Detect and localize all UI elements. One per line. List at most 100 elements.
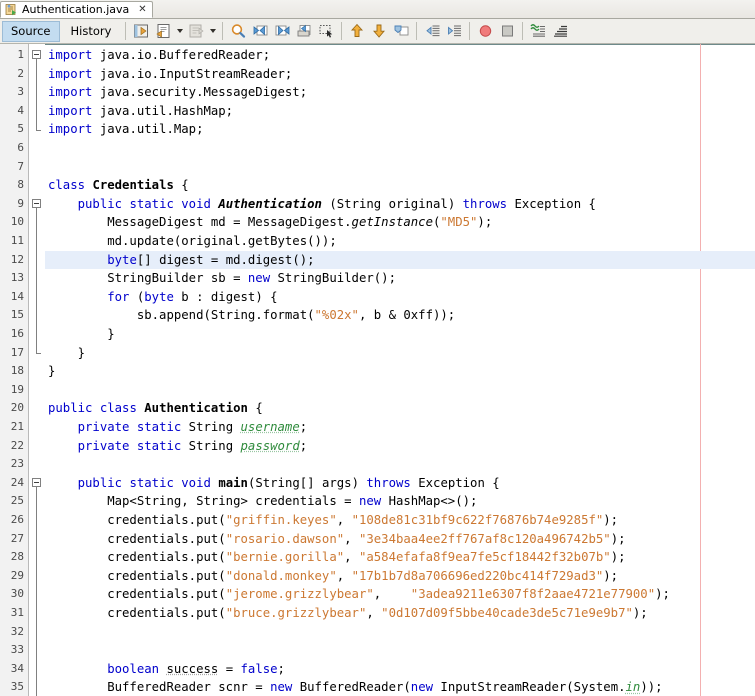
line-number[interactable]: 6 (0, 139, 24, 158)
code-line[interactable]: byte[] digest = md.digest(); (45, 251, 755, 270)
code-line[interactable] (45, 455, 755, 474)
start-macro-recording-icon[interactable] (474, 20, 496, 42)
code-line[interactable]: sb.append(String.format("%02x", b & 0xff… (45, 306, 755, 325)
refactor-icon[interactable] (152, 20, 174, 42)
code-line[interactable]: import java.security.MessageDigest; (45, 83, 755, 102)
shift-line-right-icon[interactable] (443, 20, 465, 42)
line-number[interactable]: 26 (0, 511, 24, 530)
line-number[interactable]: 8 (0, 176, 24, 195)
line-number[interactable]: 4 (0, 102, 24, 121)
line-number[interactable]: 23 (0, 455, 24, 474)
code-line[interactable]: import java.io.InputStreamReader; (45, 65, 755, 84)
code-line[interactable]: MessageDigest md = MessageDigest.getInst… (45, 213, 755, 232)
code-line[interactable]: credentials.put("rosario.dawson", "3e34b… (45, 530, 755, 549)
tab-authentication-java[interactable]: Authentication.java ✕ (0, 1, 153, 18)
code-line[interactable]: Map<String, String> credentials = new Ha… (45, 492, 755, 511)
line-number[interactable]: 11 (0, 232, 24, 251)
code-line[interactable]: class Credentials { (45, 176, 755, 195)
line-number[interactable]: 16 (0, 325, 24, 344)
code-line[interactable] (45, 623, 755, 642)
line-number[interactable]: 3 (0, 83, 24, 102)
code-line[interactable]: } (45, 325, 755, 344)
line-number[interactable]: 27 (0, 530, 24, 549)
code-line[interactable]: credentials.put("bernie.gorilla", "a584e… (45, 548, 755, 567)
tab-close-icon[interactable]: ✕ (138, 4, 146, 15)
code-line[interactable] (45, 158, 755, 177)
shift-right-dropdown-arrow[interactable] (207, 20, 218, 42)
shift-line-left-icon[interactable] (421, 20, 443, 42)
line-number[interactable]: 9 (0, 195, 24, 214)
code-line[interactable]: credentials.put("jerome.grizzlybear", "3… (45, 585, 755, 604)
code-line[interactable]: credentials.put("griffin.keyes", "108de8… (45, 511, 755, 530)
line-number[interactable]: 30 (0, 585, 24, 604)
code-line[interactable]: BufferedReader scnr = new BufferedReader… (45, 678, 755, 696)
code-line[interactable]: } (45, 344, 755, 363)
code-line[interactable]: import java.io.BufferedReader; (45, 46, 755, 65)
code-line[interactable]: private static String password; (45, 437, 755, 456)
line-number[interactable]: 7 (0, 158, 24, 177)
line-number[interactable]: 14 (0, 288, 24, 307)
line-number[interactable]: 10 (0, 213, 24, 232)
line-number[interactable]: 29 (0, 567, 24, 586)
fold-toggle-icon[interactable] (32, 198, 41, 208)
line-number[interactable]: 5 (0, 120, 24, 139)
refactor-dropdown-arrow[interactable] (174, 20, 185, 42)
code-line[interactable]: import java.util.HashMap; (45, 102, 755, 121)
code-line[interactable] (45, 381, 755, 400)
code-editor[interactable]: 1 2 3 4 5 6 7 8 9 10 11 12 13 14 15 16 17 18 19 20 21 22 23 24 2… (0, 44, 755, 696)
code-line[interactable]: private static String username; (45, 418, 755, 437)
line-number[interactable]: 32 (0, 623, 24, 642)
code-line[interactable]: boolean success = false; (45, 660, 755, 679)
line-number[interactable]: 19 (0, 381, 24, 400)
find-selection-icon[interactable] (227, 20, 249, 42)
line-number[interactable]: 28 (0, 548, 24, 567)
line-number[interactable]: 31 (0, 604, 24, 623)
line-number-gutter[interactable]: 1 2 3 4 5 6 7 8 9 10 11 12 13 14 15 16 17 18 19 20 21 22 23 24 2… (0, 44, 29, 696)
line-number[interactable]: 15 (0, 306, 24, 325)
line-number[interactable]: 24 (0, 474, 24, 493)
line-number[interactable]: 33 (0, 641, 24, 660)
code-line[interactable]: md.update(original.getBytes()); (45, 232, 755, 251)
code-line[interactable]: StringBuilder sb = new StringBuilder(); (45, 269, 755, 288)
line-number[interactable]: 34 (0, 660, 24, 679)
code-line[interactable] (45, 641, 755, 660)
inspect-members-icon[interactable] (527, 20, 549, 42)
code-text-area[interactable]: import java.io.BufferedReader; import jav… (45, 44, 755, 696)
toggle-bookmark-icon[interactable] (293, 20, 315, 42)
line-number[interactable]: 17 (0, 344, 24, 363)
previous-error-icon[interactable] (346, 20, 368, 42)
code-line[interactable]: import java.util.Map; (45, 120, 755, 139)
tab-history[interactable]: History (62, 21, 121, 42)
rectangular-selection-icon[interactable] (315, 20, 337, 42)
line-number[interactable]: 13 (0, 269, 24, 288)
fold-toggle-icon[interactable] (32, 50, 41, 59)
code-line[interactable]: public static void Authentication (Strin… (45, 195, 755, 214)
toggle-breakpoint-icon[interactable] (390, 20, 412, 42)
line-number[interactable]: 22 (0, 437, 24, 456)
code-line[interactable]: credentials.put("bruce.grizzlybear", "0d… (45, 604, 755, 623)
next-bookmark-icon[interactable] (271, 20, 293, 42)
line-number[interactable]: 21 (0, 418, 24, 437)
code-line[interactable]: credentials.put("donald.monkey", "17b1b7… (45, 567, 755, 586)
line-number[interactable]: 20 (0, 399, 24, 418)
code-line[interactable] (45, 139, 755, 158)
last-edit-icon[interactable] (130, 20, 152, 42)
next-error-icon[interactable] (368, 20, 390, 42)
tab-source[interactable]: Source (2, 20, 60, 42)
shift-right-icon[interactable] (185, 20, 207, 42)
previous-bookmark-icon[interactable] (249, 20, 271, 42)
line-number[interactable]: 18 (0, 362, 24, 381)
stop-macro-recording-icon[interactable] (496, 20, 518, 42)
line-number[interactable]: 35 (0, 678, 24, 696)
inspect-hierarchy-icon[interactable] (549, 20, 571, 42)
code-line[interactable]: public class Authentication { (45, 399, 755, 418)
code-fold-column[interactable] (29, 44, 45, 696)
code-line[interactable]: } (45, 362, 755, 381)
fold-toggle-icon[interactable] (32, 477, 41, 487)
line-number[interactable]: 1 (0, 46, 24, 65)
line-number[interactable]: 12 (0, 251, 24, 270)
code-line[interactable]: public static void main(String[] args) t… (45, 474, 755, 493)
code-line[interactable]: for (byte b : digest) { (45, 288, 755, 307)
line-number[interactable]: 2 (0, 65, 24, 84)
line-number[interactable]: 25 (0, 492, 24, 511)
